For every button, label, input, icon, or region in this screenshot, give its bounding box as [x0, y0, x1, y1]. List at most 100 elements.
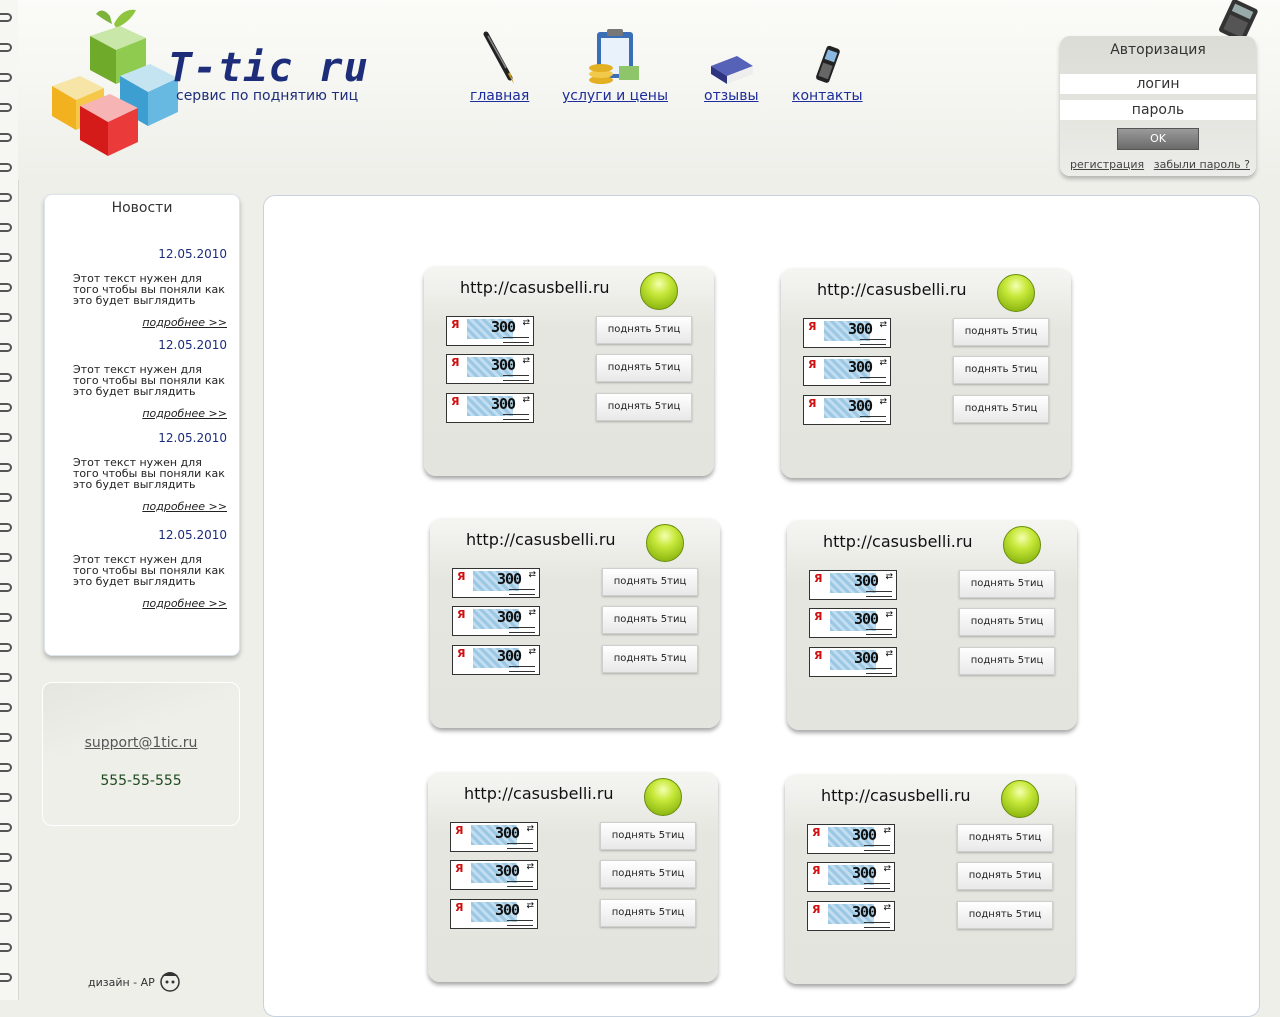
news-item: 12.05.2010 Этот текст нужен для того что… [73, 528, 227, 610]
refresh-icon: ⇄ [885, 572, 893, 582]
spiral-ring [0, 132, 14, 142]
news-more-link[interactable]: подробнее >> [142, 316, 227, 329]
raise-tic-button[interactable]: поднять 5тиц [600, 822, 696, 850]
site-card: http://casusbelli.ru Я 300 ⇄ поднять 5тиц Я 30… [785, 774, 1075, 984]
raise-tic-button[interactable]: поднять 5тиц [596, 354, 692, 382]
tic-value: 300 [852, 903, 877, 921]
spiral-ring [0, 342, 14, 352]
tic-value: 300 [495, 824, 520, 842]
spiral-ring [0, 552, 14, 562]
raise-tic-button[interactable]: поднять 5тиц [602, 606, 698, 634]
yandex-tic-counter: Я 300 ⇄ [807, 901, 895, 931]
yandex-logo: Я [814, 610, 823, 623]
site-url[interactable]: http://casusbelli.ru [823, 532, 973, 551]
password-input[interactable] [1060, 100, 1256, 120]
counter-lines [860, 339, 886, 345]
news-item: 12.05.2010 Этот текст нужен для того что… [73, 431, 227, 513]
counter-lines [507, 843, 533, 849]
news-more-link[interactable]: подробнее >> [142, 407, 227, 420]
refresh-icon: ⇄ [526, 862, 534, 872]
nav-item-services[interactable]: услуги и цены [562, 28, 668, 104]
raise-tic-button[interactable]: поднять 5тиц [600, 860, 696, 888]
news-item: 12.05.2010 Этот текст нужен для того что… [73, 247, 227, 329]
tic-value: 300 [495, 901, 520, 919]
status-led-icon [640, 272, 678, 310]
news-more-link[interactable]: подробнее >> [142, 500, 227, 513]
raise-tic-button[interactable]: поднять 5тиц [957, 824, 1053, 852]
nav-link-services[interactable]: услуги и цены [562, 88, 668, 104]
raise-tic-button[interactable]: поднять 5тиц [957, 862, 1053, 890]
news-panel: Новости 12.05.2010 Этот текст нужен для … [44, 194, 240, 656]
raise-tic-button[interactable]: поднять 5тиц [953, 318, 1049, 346]
yandex-tic-counter: Я 300 ⇄ [446, 393, 534, 423]
news-text: Этот текст нужен для того чтобы вы понял… [73, 272, 225, 307]
yandex-tic-counter: Я 300 ⇄ [450, 822, 538, 852]
raise-tic-button[interactable]: поднять 5тиц [600, 899, 696, 927]
forgot-password-link[interactable]: забыли пароль ? [1154, 158, 1250, 171]
site-url[interactable]: http://casusbelli.ru [821, 786, 971, 805]
yandex-tic-counter: Я 300 ⇄ [452, 606, 540, 636]
nav-item-reviews[interactable]: отзывы [704, 28, 759, 104]
spiral-ring [0, 702, 14, 712]
nav-link-home[interactable]: главная [470, 88, 529, 104]
yandex-tic-counter: Я 300 ⇄ [452, 645, 540, 675]
raise-tic-button[interactable]: поднять 5тиц [957, 901, 1053, 929]
site-url[interactable]: http://casusbelli.ru [460, 278, 610, 297]
spiral-ring [0, 312, 14, 322]
raise-tic-button[interactable]: поднять 5тиц [953, 395, 1049, 423]
counter-lines [507, 920, 533, 926]
site-card: http://casusbelli.ru Я 300 ⇄ поднять 5тиц Я 30… [424, 266, 714, 476]
yandex-logo: Я [812, 826, 821, 839]
yandex-tic-counter: Я 300 ⇄ [809, 608, 897, 638]
refresh-icon: ⇄ [528, 608, 536, 618]
raise-tic-button[interactable]: поднять 5тиц [602, 645, 698, 673]
raise-tic-button[interactable]: поднять 5тиц [959, 570, 1055, 598]
raise-tic-button[interactable]: поднять 5тиц [596, 316, 692, 344]
site-card: http://casusbelli.ru Я 300 ⇄ поднять 5тиц Я 30… [787, 520, 1077, 730]
spiral-ring [0, 942, 14, 952]
spiral-ring [0, 792, 14, 802]
pen-icon [483, 31, 514, 84]
tic-value: 300 [497, 570, 522, 588]
support-email-link[interactable]: support@1tic.ru [85, 735, 198, 751]
counter-lines [864, 845, 890, 851]
raise-tic-button[interactable]: поднять 5тиц [959, 647, 1055, 675]
site-url[interactable]: http://casusbelli.ru [466, 530, 616, 549]
spiral-ring [0, 642, 14, 652]
nav-link-reviews[interactable]: отзывы [704, 88, 759, 104]
spiral-ring [0, 852, 14, 862]
ok-button[interactable]: OK [1117, 128, 1199, 150]
yandex-tic-counter: Я 300 ⇄ [446, 316, 534, 346]
nav-item-home[interactable]: главная [470, 28, 529, 104]
spiral-ring [0, 192, 14, 202]
register-link[interactable]: регистрация [1070, 158, 1144, 171]
spiral-ring [0, 252, 14, 262]
news-date: 12.05.2010 [158, 338, 227, 352]
book-icon [711, 56, 754, 84]
site-url[interactable]: http://casusbelli.ru [817, 280, 967, 299]
yandex-logo: Я [814, 649, 823, 662]
status-led-icon [997, 274, 1035, 312]
login-input[interactable] [1060, 74, 1256, 94]
logo-title[interactable]: T-tic ru [168, 48, 369, 88]
tic-value: 300 [491, 318, 516, 336]
yandex-tic-counter: Я 300 ⇄ [452, 568, 540, 598]
raise-tic-button[interactable]: поднять 5тиц [959, 608, 1055, 636]
status-led-icon [1001, 780, 1039, 818]
site-url[interactable]: http://casusbelli.ru [464, 784, 614, 803]
tic-value: 300 [854, 649, 879, 667]
raise-tic-button[interactable]: поднять 5тиц [596, 393, 692, 421]
yandex-tic-counter: Я 300 ⇄ [450, 860, 538, 890]
design-credit: дизайн - AP [88, 976, 155, 989]
counter-lines [509, 666, 535, 672]
spiral-ring [0, 462, 14, 472]
yandex-logo: Я [808, 320, 817, 333]
raise-tic-button[interactable]: поднять 5тиц [602, 568, 698, 596]
nav-link-contacts[interactable]: контакты [792, 88, 863, 104]
spiral-ring [0, 402, 14, 412]
tic-value: 300 [852, 864, 877, 882]
raise-tic-button[interactable]: поднять 5тиц [953, 356, 1049, 384]
nav-item-contacts[interactable]: контакты [792, 28, 863, 104]
refresh-icon: ⇄ [522, 356, 530, 366]
news-more-link[interactable]: подробнее >> [142, 597, 227, 610]
